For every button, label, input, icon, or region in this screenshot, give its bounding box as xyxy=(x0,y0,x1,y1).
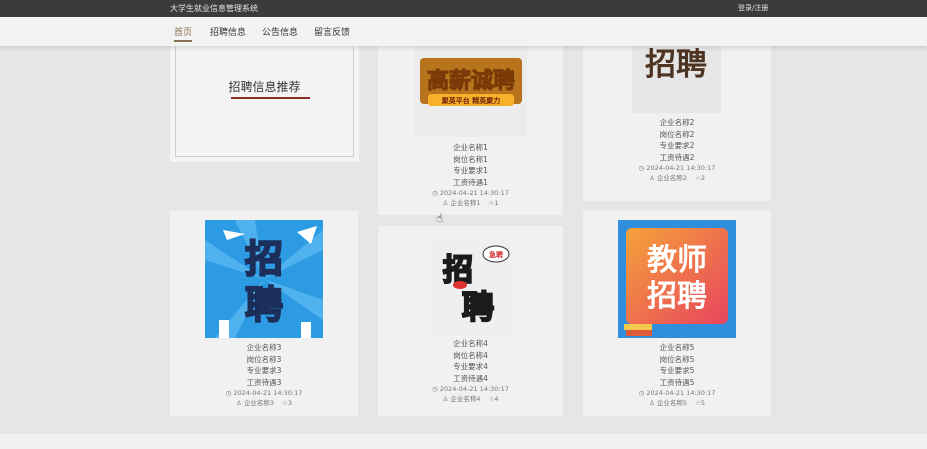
publish-time: 2024-04-21 14:30:17 xyxy=(233,389,303,397)
clock-icon: ◷ xyxy=(638,164,645,172)
job-image-text: 聘 xyxy=(245,283,283,327)
salary: 工资待遇5 xyxy=(659,377,695,387)
job-image-text: 招聘 xyxy=(647,279,707,314)
job-image-teacher-recruit: 教师 招聘 xyxy=(618,220,736,338)
nav-item-notices[interactable]: 公告信息 xyxy=(262,25,298,38)
job-image-recruit: 招聘 xyxy=(632,46,721,113)
nav-item-jobs[interactable]: 招聘信息 xyxy=(210,25,246,38)
user-icon: ♙ xyxy=(648,174,655,182)
recommend-underline xyxy=(231,97,310,99)
clock-icon: ◷ xyxy=(225,389,232,397)
job-card[interactable]: 招聘 企业名称2 岗位名称2 专业要求2 工资待遇2 ◷ 2024-04-21 … xyxy=(583,46,771,201)
main-nav: 首页 招聘信息 公告信息 留言反馈 xyxy=(0,17,927,46)
top-bar: 大学生就业信息管理系统 登录/注册 xyxy=(0,0,927,17)
favorite-count: 4 xyxy=(494,395,499,403)
hand-cursor-icon: ☝ xyxy=(436,211,444,225)
position-name: 岗位名称3 xyxy=(246,354,282,364)
favorite-count: 2 xyxy=(700,174,705,182)
nav-item-feedback[interactable]: 留言反馈 xyxy=(314,25,350,38)
salary: 工资待遇1 xyxy=(453,177,488,187)
recommend-title: 招聘信息推荐 xyxy=(228,80,301,94)
company-name: 企业名称4 xyxy=(453,339,488,348)
job-image-text: 招聘 xyxy=(645,47,707,83)
user-icon: ♙ xyxy=(442,199,449,207)
salary: 工资待遇2 xyxy=(659,152,695,162)
major-requirement: 专业要求2 xyxy=(659,141,695,150)
publish-time: 2024-04-21 14:30:17 xyxy=(646,164,716,172)
clock-icon: ◷ xyxy=(432,385,438,393)
recommend-frame: 招聘信息推荐 xyxy=(175,46,354,157)
job-image-text: 聚英平台 精英聚力 xyxy=(441,96,500,105)
job-image-text: 高薪诚聘 xyxy=(427,68,515,94)
position-name: 岗位名称1 xyxy=(453,154,488,164)
user-icon: ♙ xyxy=(648,399,655,407)
user-icon: ♙ xyxy=(235,399,242,407)
company-name: 企业名称1 xyxy=(453,143,488,152)
main-content: 招聘信息推荐 高薪诚聘 聚英平台 精英聚力 企业名称1 岗位名称1 专业要求1 … xyxy=(0,46,927,434)
job-card[interactable]: 招 聘 企业名称3 岗位名称3 专业要求3 工资待遇3 ◷ 2024-04-21… xyxy=(170,211,358,416)
company-name: 企业名称2 xyxy=(659,118,695,127)
major-requirement: 专业要求1 xyxy=(453,166,488,175)
publisher: 企业名称4 xyxy=(450,395,481,403)
favorite-count: 5 xyxy=(700,399,705,407)
site-title: 大学生就业信息管理系统 xyxy=(170,4,258,13)
position-name: 岗位名称2 xyxy=(659,129,695,139)
position-name: 岗位名称5 xyxy=(659,354,695,364)
major-requirement: 专业要求3 xyxy=(246,366,282,375)
company-name: 企业名称3 xyxy=(246,343,282,352)
job-image-text: 教师 xyxy=(647,243,707,278)
publisher: 企业名称1 xyxy=(450,199,481,207)
job-card[interactable]: 教师 招聘 企业名称5 岗位名称5 专业要求5 工资待遇5 ◷ 2024-04-… xyxy=(583,211,771,416)
user-icon: ♙ xyxy=(442,395,449,403)
major-requirement: 专业要求5 xyxy=(659,366,695,375)
major-requirement: 专业要求4 xyxy=(453,362,488,371)
job-image-urgent-recruit: 招 聘 急聘 xyxy=(430,236,518,336)
publish-time: 2024-04-21 14:30:17 xyxy=(439,189,509,197)
publish-time: 2024-04-21 14:30:17 xyxy=(439,385,509,393)
nav-item-home[interactable]: 首页 xyxy=(174,25,193,42)
job-image-text: 急聘 xyxy=(489,250,503,259)
job-image-recruit-blue: 招 聘 xyxy=(205,220,323,338)
job-image-high-salary: 高薪诚聘 聚英平台 精英聚力 xyxy=(414,46,527,137)
clock-icon: ◷ xyxy=(432,189,438,197)
job-image-text: 招 xyxy=(245,237,283,281)
job-card[interactable]: 招 聘 急聘 企业名称4 岗位名称4 专业要求4 工资待遇4 ◷ 2024-04… xyxy=(378,226,563,416)
salary: 工资待遇3 xyxy=(246,377,282,387)
publisher: 企业名称2 xyxy=(656,174,688,182)
company-name: 企业名称5 xyxy=(659,343,695,352)
job-card[interactable]: 高薪诚聘 聚英平台 精英聚力 企业名称1 岗位名称1 专业要求1 工资待遇1 ◷… xyxy=(378,46,563,215)
favorite-count: 3 xyxy=(287,399,292,407)
login-register-link[interactable]: 登录/注册 xyxy=(738,3,768,13)
publisher: 企业名称3 xyxy=(243,399,275,407)
job-image-text: 聘 xyxy=(462,288,494,326)
publisher: 企业名称5 xyxy=(656,399,688,407)
recommend-header-card: 招聘信息推荐 xyxy=(170,46,359,162)
publish-time: 2024-04-21 14:30:17 xyxy=(646,389,716,397)
position-name: 岗位名称4 xyxy=(453,350,488,360)
footer-strip xyxy=(0,434,927,449)
salary: 工资待遇4 xyxy=(453,373,488,383)
favorite-count: 1 xyxy=(494,199,499,207)
clock-icon: ◷ xyxy=(638,389,645,397)
